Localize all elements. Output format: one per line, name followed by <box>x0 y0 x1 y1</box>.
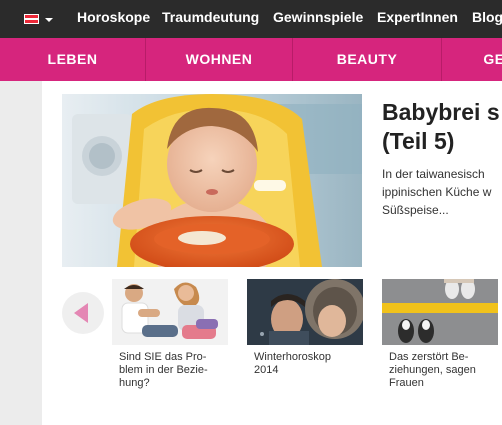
category-wohnen[interactable]: WOHNEN <box>146 38 292 81</box>
carousel-thumbnail[interactable] <box>112 279 228 345</box>
caption-line: blem in der Bezie- <box>119 364 208 376</box>
teaser-line: Süßspeise... <box>382 203 449 217</box>
carousel-thumbnail[interactable] <box>382 279 498 345</box>
language-selector[interactable] <box>24 12 54 26</box>
article-teaser: In der taiwanesisch ippinischen Küche w … <box>382 165 502 219</box>
caption-line: hung? <box>119 377 150 389</box>
nav-link-blogs[interactable]: Blogs <box>472 9 502 25</box>
top-navigation-bar: Horoskope Traumdeutung Gewinnspiele Expe… <box>0 0 502 38</box>
carousel-caption[interactable]: Sind SIE das Pro- blem in der Bezie- hun… <box>119 351 229 390</box>
carousel-prev-button[interactable] <box>62 292 104 334</box>
hero-image[interactable] <box>62 94 362 267</box>
headline-line: Babybrei s <box>382 99 500 125</box>
teaser-line: In der taiwanesisch <box>382 167 485 181</box>
category-ge[interactable]: GE <box>442 38 502 81</box>
winter-photo-illustration <box>247 279 363 345</box>
carousel-thumbnail[interactable] <box>247 279 363 345</box>
hero-photo-illustration <box>62 94 362 267</box>
headline-line: (Teil 5) <box>382 128 455 154</box>
caption-line: Das zerstört Be- <box>389 351 469 363</box>
caption-line: ziehungen, sagen <box>389 364 476 376</box>
caret-down-icon <box>45 18 53 22</box>
caption-line: Frauen <box>389 377 424 389</box>
caption-line: 2014 <box>254 364 279 376</box>
nav-link-expertinnen[interactable]: ExpertInnen <box>377 9 458 25</box>
arrow-left-icon <box>74 303 88 323</box>
shoes-photo-illustration <box>382 279 498 345</box>
category-beauty[interactable]: BEAUTY <box>293 38 441 81</box>
nav-link-gewinnspiele[interactable]: Gewinnspiele <box>273 9 363 25</box>
carousel-caption[interactable]: Das zerstört Be- ziehungen, sagen Frauen <box>389 351 499 390</box>
teaser-line: ippinischen Küche w <box>382 185 492 199</box>
carousel-caption[interactable]: Winterhoroskop 2014 <box>254 351 364 377</box>
article-headline[interactable]: Babybrei s (Teil 5) <box>382 98 502 156</box>
nav-link-horoskope[interactable]: Horoskope <box>77 9 150 25</box>
category-bar: LEBEN WOHNEN BEAUTY GE <box>0 38 502 81</box>
couple-photo-illustration <box>112 279 228 345</box>
main-content: Babybrei s (Teil 5) In der taiwanesisch … <box>42 81 502 425</box>
caption-line: Sind SIE das Pro- <box>119 351 207 363</box>
caption-line: Winterhoroskop <box>254 351 332 363</box>
category-leben[interactable]: LEBEN <box>0 38 145 81</box>
austria-flag-icon <box>24 14 39 24</box>
nav-link-traumdeutung[interactable]: Traumdeutung <box>162 9 259 25</box>
